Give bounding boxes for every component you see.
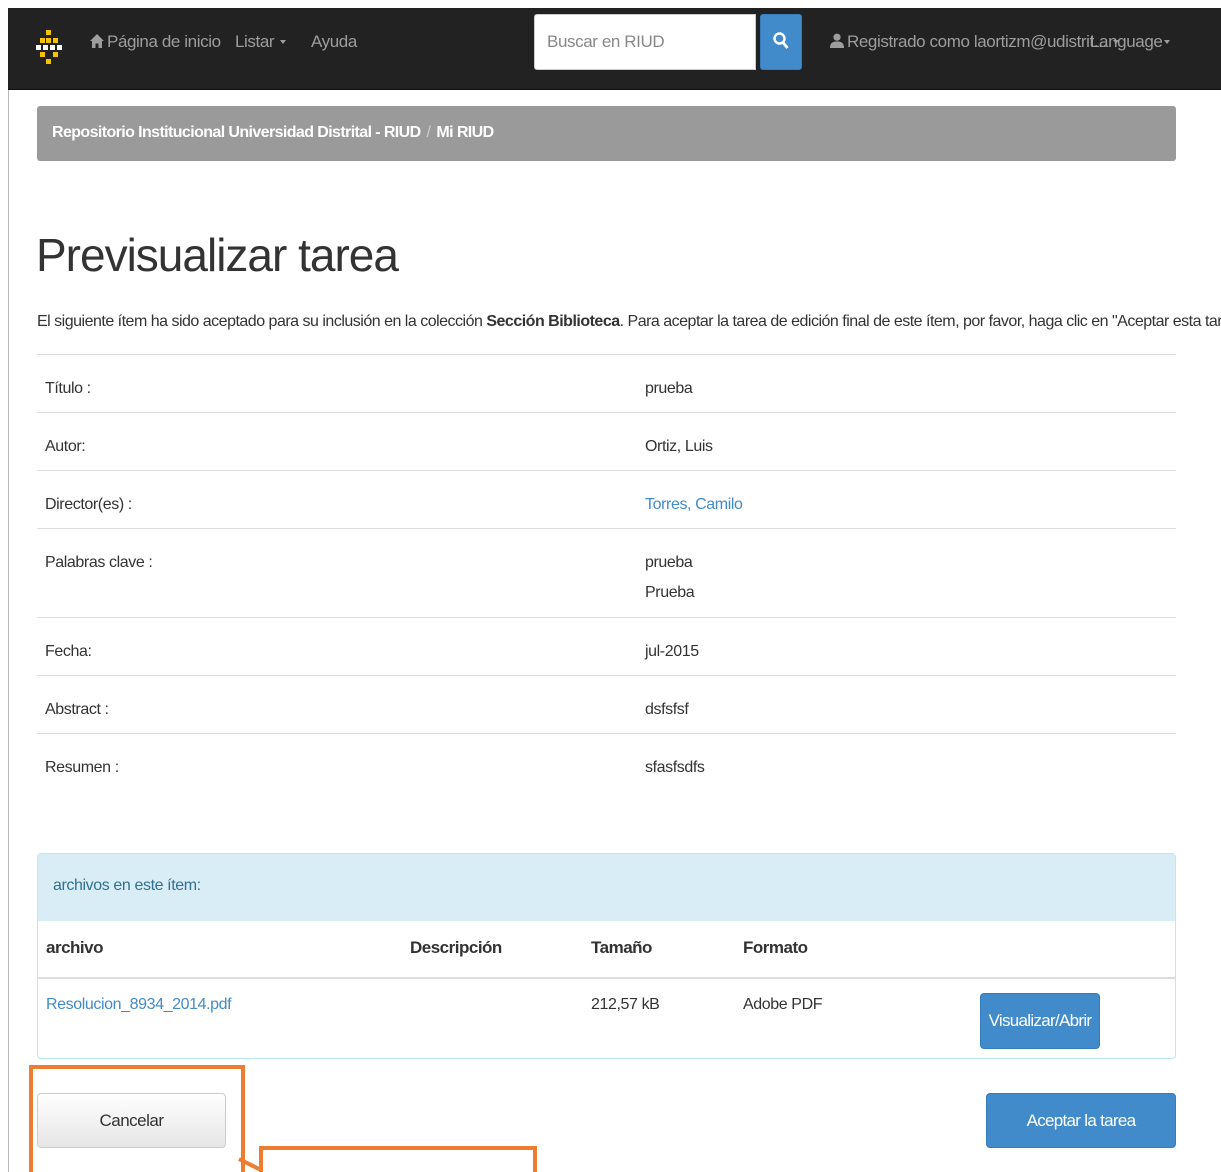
nav-user-dropdown[interactable]: Registrado como laortizm@udistrit...	[830, 32, 1119, 52]
metadata-value: dsfsfsf	[637, 675, 1176, 734]
breadcrumb-separator: /	[426, 124, 431, 141]
breadcrumb-current: Mi RIUD	[436, 124, 494, 141]
page-left-border	[8, 90, 9, 1172]
metadata-label: Fecha:	[37, 617, 637, 676]
metadata-row: Resumen : sfasfsdfs	[37, 733, 1176, 792]
column-header-size: Tamaño	[583, 921, 735, 979]
column-header-file: archivo	[38, 921, 402, 979]
metadata-row: Director(es) : Torres, Camilo	[37, 470, 1176, 529]
nav-user-label: Registrado como laortizm@udistrit...	[847, 32, 1107, 51]
metadata-value: sfasfsdfs	[637, 733, 1176, 792]
search-icon	[773, 32, 789, 49]
view-open-button[interactable]: Visualizar/Abrir	[980, 993, 1100, 1049]
page-title: Previsualizar tarea	[36, 229, 399, 281]
nav-language-label: Language	[1090, 32, 1163, 51]
caret-down-icon	[280, 40, 287, 44]
nav-list-label: Listar	[235, 32, 275, 51]
metadata-label: Palabras clave :	[37, 528, 637, 618]
file-link[interactable]: Resolucion_8934_2014.pdf	[46, 996, 232, 1013]
size-cell: 212,57 kB	[591, 996, 660, 1013]
column-header-actions	[972, 921, 1175, 979]
search-button[interactable]	[760, 14, 802, 70]
files-header-row: archivo Descripción Tamaño Formato	[38, 921, 1175, 979]
metadata-row: Título : prueba	[37, 354, 1176, 413]
annotation-highlight-box	[29, 1065, 245, 1172]
annotation-callout-box	[259, 1146, 537, 1172]
files-panel-heading: archivos en este ítem:	[38, 854, 1175, 921]
collection-name: Sección Biblioteca	[486, 313, 620, 330]
metadata-value: Torres, Camilo	[637, 470, 1176, 529]
metadata-value: prueba	[637, 354, 1176, 413]
intro-text-start: El siguiente ítem ha sido aceptado para …	[37, 313, 487, 330]
action-cell: Visualizar/Abrir	[972, 978, 1175, 1058]
breadcrumb-root-link[interactable]: Repositorio Institucional Universidad Di…	[52, 124, 421, 141]
keyword: Prueba	[645, 584, 695, 601]
metadata-row: Fecha: jul-2015	[37, 617, 1176, 676]
metadata-label: Abstract :	[37, 675, 637, 734]
metadata-label: Autor:	[37, 412, 637, 471]
metadata-value: Ortiz, Luis	[637, 412, 1176, 471]
nav-language-dropdown[interactable]: Language	[1090, 32, 1171, 52]
nav-help-label: Ayuda	[311, 32, 357, 51]
home-icon	[90, 34, 104, 48]
nav-home-link[interactable]: Página de inicio	[90, 32, 221, 52]
metadata-row: Autor: Ortiz, Luis	[37, 412, 1176, 471]
user-icon	[830, 33, 844, 48]
breadcrumb: Repositorio Institucional Universidad Di…	[37, 106, 1176, 161]
metadata-row: Palabras clave : prueba Prueba	[37, 528, 1176, 618]
metadata-value: prueba Prueba	[637, 528, 1176, 618]
metadata-value: jul-2015	[637, 617, 1176, 676]
nav-list-dropdown[interactable]: Listar	[235, 32, 287, 52]
metadata-row: Abstract : dsfsfsf	[37, 675, 1176, 734]
metadata-label: Director(es) :	[37, 470, 637, 529]
files-table: archivo Descripción Tamaño Formato Resol…	[38, 921, 1175, 1058]
top-navbar: Página de inicio Listar Ayuda Registrado…	[8, 8, 1221, 90]
nav-help-link[interactable]: Ayuda	[311, 32, 357, 52]
column-header-description: Descripción	[402, 921, 583, 979]
nav-home-label: Página de inicio	[107, 32, 221, 51]
files-panel: archivos en este ítem: archivo Descripci…	[37, 853, 1176, 1059]
metadata-label: Resumen :	[37, 733, 637, 792]
metadata-label: Título :	[37, 354, 637, 413]
file-cell: Resolucion_8934_2014.pdf	[38, 978, 402, 1058]
format-cell: Adobe PDF	[743, 996, 823, 1013]
keyword: prueba	[645, 554, 693, 571]
description-cell	[402, 978, 583, 1058]
riud-logo-icon[interactable]	[36, 30, 62, 64]
accept-task-button[interactable]: Aceptar la tarea	[986, 1093, 1176, 1148]
table-row: Resolucion_8934_2014.pdf 212,57 kB Adobe…	[38, 978, 1175, 1058]
item-metadata-table: Título : prueba Autor: Ortiz, Luis Direc…	[37, 354, 1176, 792]
column-header-format: Formato	[735, 921, 972, 979]
caret-down-icon	[1164, 40, 1171, 44]
intro-text: El siguiente ítem ha sido aceptado para …	[37, 313, 1221, 331]
search-input[interactable]	[534, 14, 756, 70]
intro-text-end: . Para aceptar la tarea de edición final…	[619, 313, 1221, 330]
director-link[interactable]: Torres, Camilo	[645, 496, 743, 513]
